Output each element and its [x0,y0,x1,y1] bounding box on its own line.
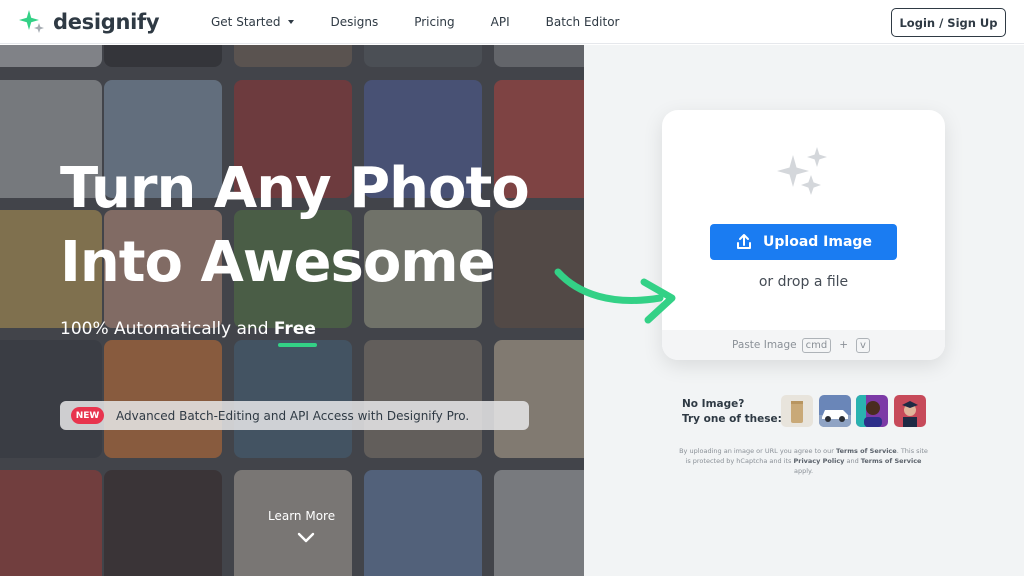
login-signup-button[interactable]: Login / Sign Up [891,8,1006,37]
nav-get-started-label: Get Started [211,15,281,29]
hero-subtitle-text: 100% Automatically and [60,319,274,339]
drop-file-text: or drop a file [758,274,849,290]
promo-banner[interactable]: NEW Advanced Batch-Editing and API Acces… [60,401,529,430]
legal-text-4: apply. [793,467,814,475]
sample-image-person[interactable] [856,395,888,427]
terms-of-service-link[interactable]: Terms of Service [836,447,897,455]
chevron-down-icon [287,20,294,24]
v-key: v [856,337,870,353]
legal-text-3: and [844,457,861,465]
sample-person-image [856,395,888,427]
sample-cup-image [781,395,813,427]
curved-arrow-icon [554,268,676,324]
nav-get-started[interactable]: Get Started [211,15,294,29]
nav-designs[interactable]: Designs [331,15,379,29]
hero-subtitle-free: Free [273,319,316,339]
free-underline [278,343,317,347]
nav-links: Get Started Designs Pricing API Batch Ed… [211,0,619,44]
upload-image-label: Upload Image [763,234,872,250]
nav-api[interactable]: API [491,15,510,29]
top-nav: designify Get Started Designs Pricing AP… [0,0,1024,44]
legal-text-1: By uploading an image or URL you agree t… [679,447,837,455]
new-badge: NEW [71,407,104,424]
sample-graduate-image [894,395,926,427]
promo-text: Advanced Batch-Editing and API Access wi… [116,408,470,423]
learn-more-link[interactable]: Learn More [268,509,335,523]
sample-image-car[interactable] [819,395,851,427]
paste-image-label: Paste Image [732,339,797,351]
upload-card[interactable]: Upload Image or drop a file Paste Image … [662,110,945,360]
logo[interactable]: designify [18,9,160,35]
try-these-text: Try one of these: [682,413,782,425]
hero-overlay [0,45,584,576]
hero-title-line1: Turn Any Photo [60,156,530,221]
logo-wordmark: designify [53,10,160,34]
sparkle-logo-icon [19,10,44,33]
hero-title-line2: Into Awesome [60,230,496,295]
sparkle-icon [777,147,827,195]
paste-image-hint: Paste Image cmd + v [662,330,945,360]
sample-image-graduate[interactable] [894,395,926,427]
hero-subtitle: 100% Automatically and Free [60,319,316,339]
hero-section: Turn Any Photo Into Awesome 100% Automat… [0,45,584,576]
privacy-policy-link[interactable]: Privacy Policy [793,457,844,465]
nav-batch-editor[interactable]: Batch Editor [546,15,620,29]
sample-image-cup[interactable] [781,395,813,427]
no-image-text: No Image? [682,398,745,410]
sample-car-image [819,395,851,427]
chevron-down-icon[interactable] [296,531,316,545]
legal-notice: By uploading an image or URL you agree t… [676,446,931,476]
upload-image-button[interactable]: Upload Image [710,224,897,260]
hcaptcha-terms-link[interactable]: Terms of Service [861,457,922,465]
nav-pricing[interactable]: Pricing [414,15,454,29]
plus-sign: + [839,339,849,351]
hero-title: Turn Any Photo Into Awesome [60,152,580,300]
upload-icon [737,234,752,249]
sample-images-label: No Image? Try one of these: [682,397,782,427]
cmd-key: cmd [801,337,832,353]
